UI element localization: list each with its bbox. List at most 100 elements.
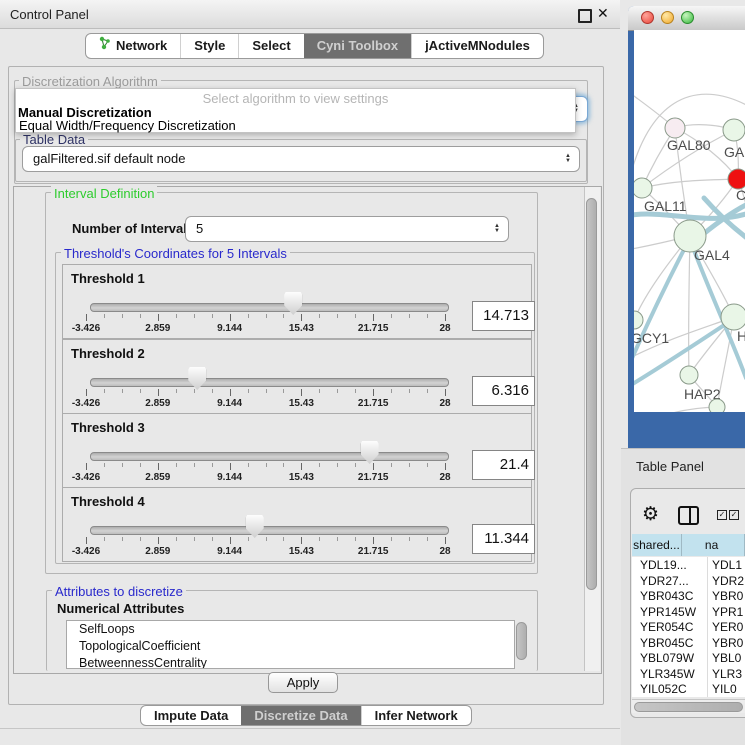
tab-label: jActiveMNodules	[425, 34, 530, 58]
minimize-traffic-light[interactable]	[661, 11, 674, 24]
column-layout-icon[interactable]	[678, 506, 699, 525]
threshold-value-field[interactable]: 14.713	[472, 301, 535, 331]
number-of-intervals-combobox[interactable]: 5 ▲▼	[185, 216, 509, 242]
slider-tick	[319, 537, 320, 541]
cell-shared-name: YPR145W	[640, 605, 696, 619]
slider-tick	[445, 314, 446, 321]
table-data-combobox[interactable]: galFiltered.sif default node ▲▼	[22, 146, 580, 172]
network-edge[interactable]	[689, 236, 690, 375]
close-traffic-light[interactable]	[641, 11, 654, 24]
checkbox-icon[interactable]: ✓	[729, 510, 739, 520]
close-icon[interactable]: ✕	[597, 5, 609, 22]
tab-jactivemnodules[interactable]: jActiveMNodules	[411, 34, 543, 58]
threshold-value-field[interactable]: 11.344	[472, 524, 535, 554]
network-node[interactable]	[634, 311, 643, 329]
dropdown-option-equal-width[interactable]: Equal Width/Frequency Discretization	[19, 118, 236, 133]
slider-tick	[158, 463, 159, 470]
vertical-scrollbar-thumb[interactable]	[586, 198, 597, 590]
checkbox-icon[interactable]: ✓	[717, 510, 727, 520]
column-header-shared[interactable]: shared...	[632, 534, 682, 556]
cell-shared-name: YLR345W	[640, 667, 695, 681]
threshold-slider-track[interactable]	[90, 378, 449, 387]
network-node-label: GAL4	[694, 247, 730, 263]
threshold-value-field[interactable]: 21.4	[472, 450, 535, 480]
slider-tick-label: 15.43	[289, 472, 314, 483]
slider-tick-label: 21.715	[358, 546, 389, 557]
slider-tick	[373, 537, 374, 544]
list-item[interactable]: TopologicalCoefficient	[67, 638, 514, 655]
network-node[interactable]	[634, 178, 652, 198]
slider-tick	[445, 463, 446, 470]
threshold-slider-track[interactable]	[90, 452, 449, 461]
network-edge[interactable]	[634, 407, 717, 412]
slider-tick	[104, 314, 105, 318]
slider-tick	[230, 314, 231, 321]
threshold-slider-track[interactable]	[90, 526, 449, 535]
horizontal-scrollbar-thumb[interactable]	[634, 702, 743, 712]
slider-tick-label: 2.859	[145, 472, 170, 483]
algorithm-group-title: Discretization Algorithm	[19, 74, 161, 89]
cell-shared-name: YER054C	[640, 620, 693, 634]
threshold-label: Threshold 2	[71, 346, 145, 361]
tab-select[interactable]: Select	[238, 34, 303, 58]
network-node[interactable]	[728, 169, 745, 189]
float-window-icon[interactable]	[578, 9, 592, 23]
slider-tick	[391, 314, 392, 318]
tab-label: Infer Network	[375, 706, 458, 725]
list-item[interactable]: BetweennessCentrality	[67, 655, 514, 669]
control-panel-title: Control Panel	[10, 7, 89, 22]
threshold-slider-track[interactable]	[90, 303, 449, 312]
slider-tick-label: 21.715	[358, 472, 389, 483]
cell-shared-name: YIL052C	[640, 682, 687, 696]
slider-tick	[248, 463, 249, 467]
slider-tick	[266, 314, 267, 318]
network-node[interactable]	[680, 366, 698, 384]
tab-style[interactable]: Style	[180, 34, 238, 58]
column-header-name[interactable]: na	[682, 534, 745, 556]
network-node[interactable]	[721, 304, 745, 330]
threshold-value-field[interactable]: 6.316	[472, 376, 535, 406]
apply-button[interactable]: Apply	[268, 672, 338, 693]
slider-tick	[140, 389, 141, 393]
slider-tick	[140, 314, 141, 318]
network-node[interactable]	[723, 119, 745, 141]
zoom-traffic-light[interactable]	[681, 11, 694, 24]
network-node[interactable]	[665, 118, 685, 138]
tab-discretize-data[interactable]: Discretize Data	[241, 706, 360, 725]
slider-tick-label: 9.144	[217, 398, 242, 409]
slider-tick	[391, 537, 392, 541]
network-node-label: GAL11	[644, 198, 687, 214]
tab-cyni-toolbox[interactable]: Cyni Toolbox	[304, 34, 411, 58]
slider-tick	[158, 389, 159, 396]
slider-tick	[409, 389, 410, 393]
slider-tick	[373, 314, 374, 321]
control-panel-bottom-edge	[0, 728, 620, 729]
network-canvas[interactable]: GAL80GACGAL11GAL4GCY1HHAP2	[634, 30, 745, 412]
network-edge[interactable]	[642, 179, 738, 188]
table-panel-title: Table Panel	[636, 459, 704, 474]
list-item[interactable]: SelfLoops	[67, 621, 514, 638]
cell-shared-name: YBR043C	[640, 589, 693, 603]
slider-tick	[283, 463, 284, 467]
slider-tick	[409, 463, 410, 467]
horizontal-scrollbar[interactable]	[632, 699, 745, 713]
slider-tick	[319, 463, 320, 467]
network-node[interactable]	[709, 399, 725, 412]
tab-network[interactable]: Network	[86, 34, 180, 58]
slider-tick	[266, 389, 267, 393]
slider-tick-label: 2.859	[145, 323, 170, 334]
slider-tick	[86, 537, 87, 544]
tab-impute-data[interactable]: Impute Data	[141, 706, 241, 725]
network-node-label: C	[736, 187, 745, 203]
numerical-attributes-list[interactable]: SelfLoopsTopologicalCoefficientBetweenne…	[66, 620, 515, 669]
slider-tick	[445, 537, 446, 544]
slider-tick	[427, 314, 428, 318]
gear-icon[interactable]: ⚙	[642, 503, 659, 526]
slider-tick	[337, 389, 338, 393]
tab-infer-network[interactable]: Infer Network	[361, 706, 471, 725]
attributes-scrollbar-thumb[interactable]	[516, 622, 527, 660]
slider-tick	[266, 463, 267, 467]
slider-tick	[122, 314, 123, 318]
algorithm-dropdown-popup: Select algorithm to view settings Manual…	[15, 88, 576, 133]
bottom-tabbar: Impute DataDiscretize Data Infer Network	[140, 705, 472, 726]
